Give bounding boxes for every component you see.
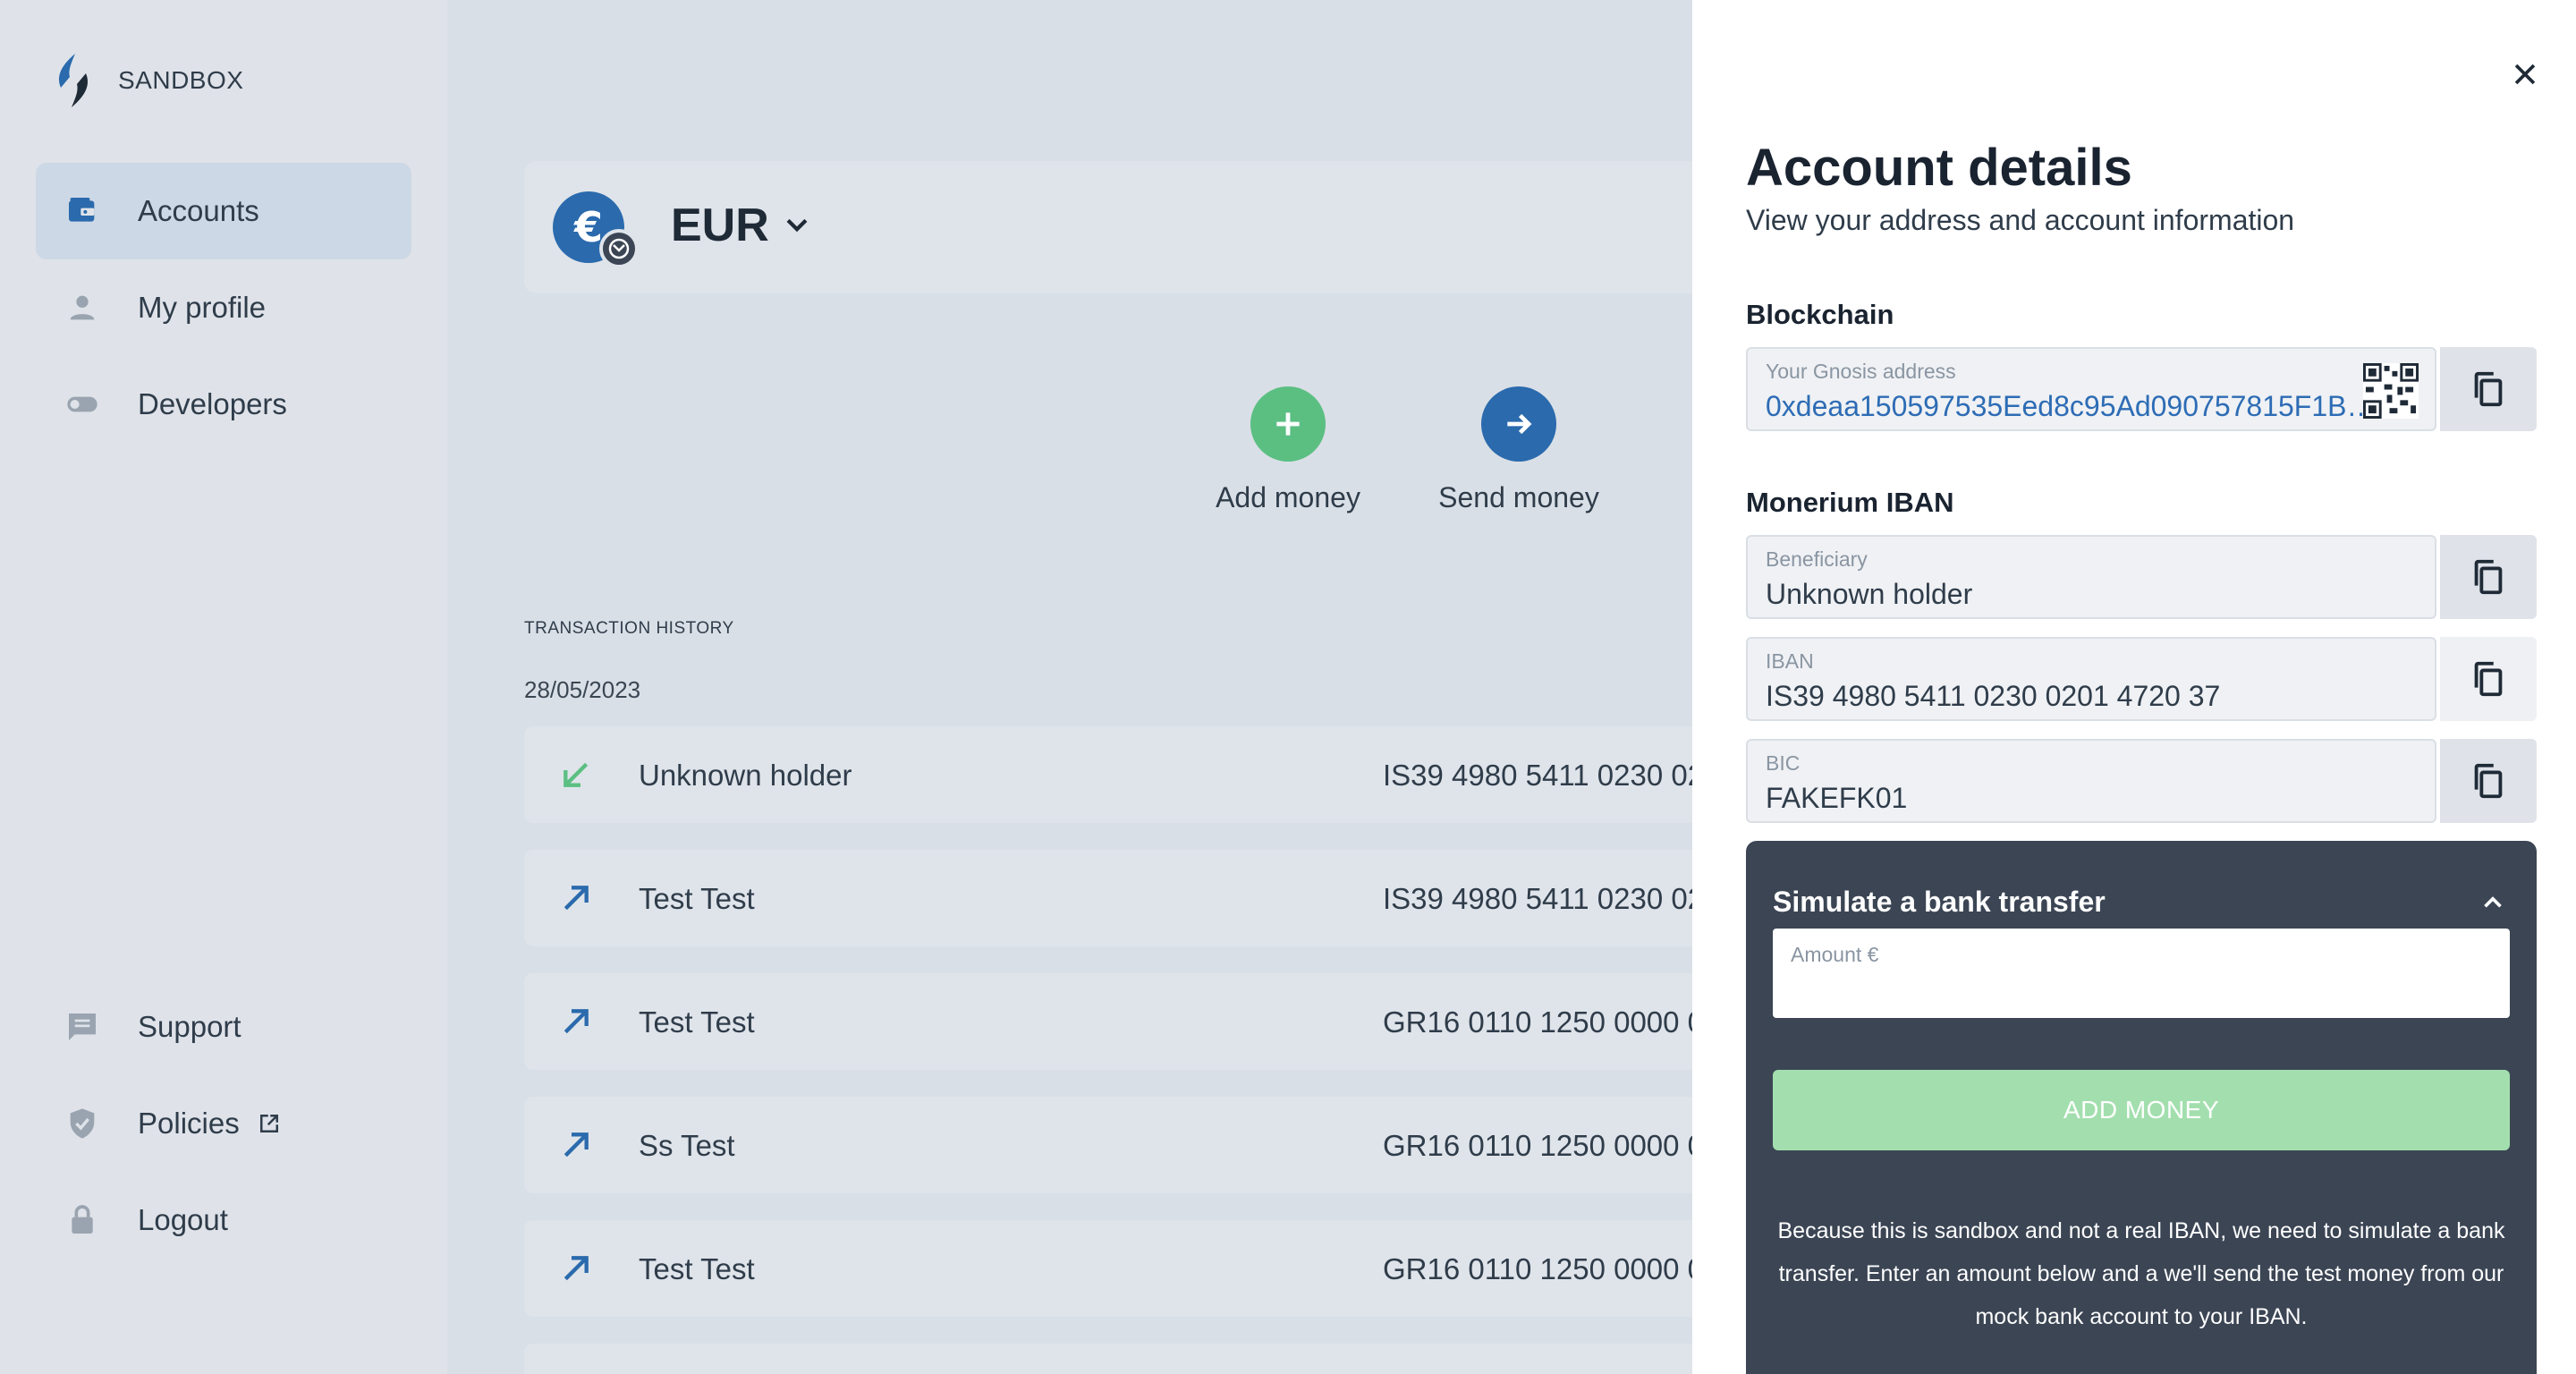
add-money-label: Add money	[1216, 481, 1360, 513]
iban-value: IS39 4980 5411 0230 0201 4720 37	[1766, 680, 2221, 712]
sidebar-item-developers[interactable]: Developers	[36, 356, 411, 453]
arrow-incoming-icon	[564, 762, 589, 787]
gnosis-address-value: 0xdeaa150597535Eed8c95Ad090757815F1B…	[1766, 390, 2376, 422]
sidebar-item-my-profile[interactable]: My profile	[36, 259, 411, 356]
bic-value: FAKEFK01	[1766, 782, 1908, 814]
copy-bic-button[interactable]	[2440, 739, 2537, 823]
shield-icon	[63, 1104, 102, 1143]
simulate-title: Simulate a bank transfer	[1773, 886, 2106, 918]
transaction-iban: IS39 4980 5411 0230 02	[1383, 882, 1705, 915]
arrow-right-icon	[1481, 386, 1556, 462]
transaction-row[interactable]: Test Test GR16 0110 1250 0000 00	[524, 973, 1866, 1070]
transaction-name: Test Test	[639, 1252, 755, 1285]
add-money-button[interactable]: Add money	[1190, 386, 1386, 514]
arrow-outgoing-icon	[564, 886, 589, 911]
sidebar-item-accounts[interactable]: Accounts	[36, 163, 411, 259]
qr-code-icon[interactable]	[2363, 363, 2419, 419]
sidebar-item-label: Support	[138, 1010, 242, 1043]
iban-field[interactable]: IBAN IS39 4980 5411 0230 0201 4720 37	[1746, 637, 2436, 721]
transaction-name: Test Test	[639, 1005, 755, 1039]
monerium-iban-heading: Monerium IBAN	[1746, 487, 1954, 518]
sidebar: SANDBOX Accounts My profile Developers S…	[0, 0, 447, 1374]
copy-icon	[2474, 661, 2503, 697]
send-money-button[interactable]: Send money	[1420, 386, 1617, 514]
arrow-outgoing-icon	[564, 1256, 589, 1281]
beneficiary-field[interactable]: Beneficiary Unknown holder	[1746, 535, 2436, 619]
currency-selector[interactable]: € EUR	[524, 161, 1866, 293]
chat-icon	[63, 1007, 102, 1047]
blockchain-heading: Blockchain	[1746, 299, 1894, 330]
copy-icon	[2474, 371, 2503, 407]
brand-logo[interactable]: SANDBOX	[52, 52, 243, 109]
beneficiary-value: Unknown holder	[1766, 578, 1973, 610]
copy-address-button[interactable]	[2440, 347, 2537, 431]
plus-icon	[1250, 386, 1326, 462]
sidebar-item-label: Policies	[138, 1107, 240, 1140]
transaction-row[interactable]	[524, 1344, 1866, 1374]
panel-subtitle: View your address and account informatio…	[1746, 204, 2295, 236]
close-icon[interactable]	[2510, 59, 2540, 89]
field-label: BIC	[1766, 751, 1801, 775]
transaction-iban: GR16 0110 1250 0000 00	[1383, 1129, 1721, 1162]
monerium-logo-icon	[58, 54, 89, 107]
sidebar-item-label: Developers	[138, 387, 287, 420]
svg-text:€: €	[573, 203, 603, 251]
field-label: Beneficiary	[1766, 547, 1868, 571]
person-icon	[63, 288, 102, 327]
gnosis-address-field[interactable]: Your Gnosis address 0xdeaa150597535Eed8c…	[1746, 347, 2436, 431]
transaction-name: Ss Test	[639, 1129, 735, 1162]
copy-icon	[2474, 559, 2503, 595]
sidebar-item-support[interactable]: Support	[36, 979, 411, 1075]
send-money-label: Send money	[1438, 481, 1599, 513]
field-label: Your Gnosis address	[1766, 360, 1956, 383]
copy-iban-button[interactable]	[2440, 637, 2537, 721]
sidebar-item-logout[interactable]: Logout	[36, 1172, 411, 1268]
toggle-icon	[63, 385, 102, 424]
transaction-row[interactable]: Unknown holder IS39 4980 5411 0230 02	[524, 726, 1866, 823]
simulate-note: Because this is sandbox and not a real I…	[1777, 1218, 2505, 1329]
account-details-panel: Account details View your address and ac…	[1692, 0, 2576, 1374]
external-link-icon	[259, 1115, 278, 1132]
transaction-iban: GR16 0110 1250 0000 00	[1383, 1005, 1721, 1039]
transaction-name: Unknown holder	[639, 759, 852, 792]
chevron-up-icon[interactable]	[2478, 887, 2508, 918]
sidebar-item-label: My profile	[138, 291, 267, 324]
euro-gnosis-icon: €	[553, 191, 637, 268]
brand-name: SANDBOX	[118, 66, 244, 94]
chevron-down-icon	[786, 218, 808, 233]
arrow-outgoing-icon	[564, 1132, 589, 1158]
sidebar-item-policies[interactable]: Policies	[36, 1075, 411, 1172]
transaction-history-heading: TRANSACTION HISTORY	[524, 619, 734, 638]
transaction-name: Test Test	[639, 882, 755, 915]
bic-field[interactable]: BIC FAKEFK01	[1746, 739, 2436, 823]
panel-title: Account details	[1746, 139, 2132, 197]
transaction-row[interactable]: Test Test IS39 4980 5411 0230 02	[524, 850, 1866, 946]
add-money-submit-button[interactable]: ADD MONEY	[1773, 1070, 2510, 1150]
transaction-date: 28/05/2023	[524, 676, 641, 703]
field-label: IBAN	[1766, 649, 1814, 673]
amount-placeholder: Amount €	[1791, 943, 1879, 966]
currency-code: EUR	[671, 199, 812, 252]
transaction-iban: IS39 4980 5411 0230 02	[1383, 759, 1705, 792]
currency-label: EUR	[671, 199, 769, 251]
copy-icon	[2474, 763, 2503, 799]
lock-icon	[63, 1200, 102, 1240]
amount-input[interactable]: Amount €	[1773, 929, 2510, 1018]
sidebar-item-label: Accounts	[138, 194, 259, 227]
transaction-iban: GR16 0110 1250 0000 00	[1383, 1252, 1721, 1285]
copy-beneficiary-button[interactable]	[2440, 535, 2537, 619]
wallet-icon	[63, 191, 102, 231]
arrow-outgoing-icon	[564, 1009, 589, 1034]
transaction-row[interactable]: Test Test GR16 0110 1250 0000 00	[524, 1220, 1866, 1317]
transaction-row[interactable]: Ss Test GR16 0110 1250 0000 00	[524, 1097, 1866, 1193]
sidebar-item-label: Logout	[138, 1203, 228, 1236]
simulate-transfer-box: Simulate a bank transfer Amount € ADD MO…	[1746, 841, 2537, 1374]
